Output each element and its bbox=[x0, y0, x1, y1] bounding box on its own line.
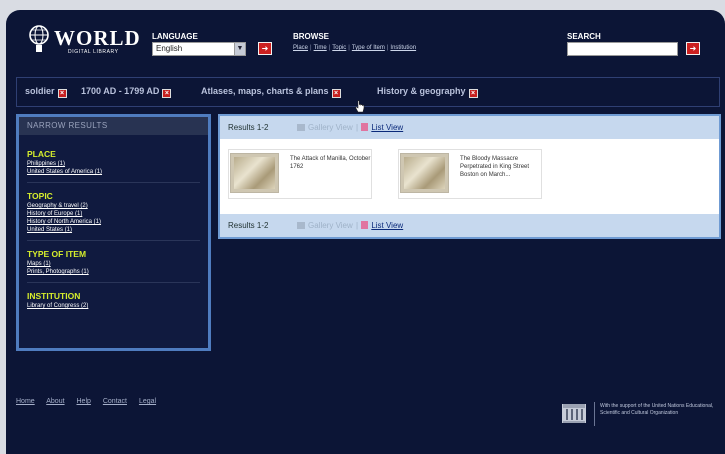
facet-link[interactable]: United States of America (1) bbox=[27, 168, 200, 176]
browser-frame: WORLD DIGITAL LIBRARY LANGUAGE English ▼… bbox=[6, 10, 725, 454]
facet-link[interactable]: Prints, Photographs (1) bbox=[27, 268, 200, 276]
gallery-icon bbox=[297, 222, 305, 229]
results-count: Results 1-2 bbox=[228, 123, 269, 132]
facet-link[interactable]: History of Europe (1) bbox=[27, 210, 200, 218]
globe-icon bbox=[29, 25, 49, 52]
language-label: LANGUAGE bbox=[152, 32, 198, 41]
unesco-logo-icon[interactable] bbox=[562, 404, 586, 423]
footer-links: Home About Help Contact Legal bbox=[16, 398, 166, 405]
browse-link-place[interactable]: Place bbox=[293, 45, 308, 51]
footer-link-about[interactable]: About bbox=[46, 398, 64, 405]
facet-title: TYPE OF ITEM bbox=[27, 249, 87, 259]
gallery-icon bbox=[297, 124, 305, 131]
temple-column bbox=[571, 409, 573, 420]
remove-filter-icon[interactable]: × bbox=[162, 89, 172, 98]
narrow-results-panel: NARROW RESULTS PLACE Philippines (1) Uni… bbox=[16, 114, 211, 351]
browse-link-type-of-item[interactable]: Type of Item bbox=[352, 45, 385, 51]
print-image bbox=[404, 157, 445, 189]
footer-link-home[interactable]: Home bbox=[16, 398, 35, 405]
view-switch: Gallery View | List View bbox=[297, 123, 403, 132]
results-toolbar-top: Results 1-2 Gallery View | List View bbox=[220, 116, 719, 139]
result-thumbnail[interactable] bbox=[230, 153, 279, 193]
remove-filter-icon[interactable]: × bbox=[57, 89, 67, 98]
separator: | bbox=[356, 123, 359, 132]
logo-wordmark: WORLD bbox=[54, 26, 141, 50]
temple-roof bbox=[563, 404, 585, 408]
filter-label: soldier bbox=[25, 86, 55, 96]
results-gallery: The Attack of Manilla, October 1762 The … bbox=[220, 139, 719, 214]
search-label: SEARCH bbox=[567, 32, 601, 41]
temple-column bbox=[576, 409, 578, 420]
search-input[interactable] bbox=[567, 42, 678, 56]
results-panel: Results 1-2 Gallery View | List View The… bbox=[218, 114, 721, 239]
divider bbox=[27, 182, 200, 183]
list-icon bbox=[361, 123, 369, 131]
site-header: WORLD DIGITAL LIBRARY LANGUAGE English ▼… bbox=[6, 10, 725, 68]
facet-institution: INSTITUTION Library of Congress (2) bbox=[19, 291, 208, 310]
chevron-down-icon[interactable]: ▼ bbox=[234, 43, 245, 55]
map-image bbox=[234, 157, 275, 189]
facet-type-of-item: TYPE OF ITEM Maps (1) Prints, Photograph… bbox=[19, 249, 208, 276]
facet-title: PLACE bbox=[27, 149, 56, 159]
facet-link[interactable]: Geography & travel (2) bbox=[27, 202, 200, 210]
result-thumbnail[interactable] bbox=[400, 153, 449, 193]
list-icon bbox=[361, 221, 369, 229]
search-go-button[interactable]: ➜ bbox=[686, 42, 700, 55]
list-view-link[interactable]: List View bbox=[371, 221, 403, 230]
filter-label: 1700 AD - 1799 AD bbox=[81, 86, 160, 96]
results-count: Results 1-2 bbox=[228, 221, 269, 230]
logo-subtitle: DIGITAL LIBRARY bbox=[68, 49, 119, 55]
filter-chip-date-range: 1700 AD - 1799 AD × bbox=[81, 86, 172, 98]
language-selected-value: English bbox=[156, 44, 183, 53]
result-title[interactable]: The Bloody Massacre Perpetrated in King … bbox=[460, 155, 542, 179]
hand-pointer-cursor-icon bbox=[355, 100, 365, 113]
separator: | bbox=[356, 221, 359, 230]
temple-column bbox=[581, 409, 583, 420]
active-filters-bar: soldier × 1700 AD - 1799 AD × Atlases, map… bbox=[16, 77, 720, 107]
facet-link[interactable]: United States (1) bbox=[27, 226, 200, 234]
facet-link[interactable]: Philippines (1) bbox=[27, 160, 200, 168]
divider bbox=[27, 282, 200, 283]
remove-filter-icon[interactable]: × bbox=[468, 89, 478, 98]
facet-link[interactable]: History of North America (1) bbox=[27, 218, 200, 226]
result-title[interactable]: The Attack of Manilla, October 1762 bbox=[290, 155, 372, 171]
language-select[interactable]: English ▼ bbox=[152, 42, 246, 56]
facet-link[interactable]: Library of Congress (2) bbox=[27, 302, 200, 310]
facet-title: TOPIC bbox=[27, 191, 53, 201]
footer-link-legal[interactable]: Legal bbox=[139, 398, 156, 405]
temple-column bbox=[566, 409, 568, 420]
unesco-support-text: With the support of the United Nations E… bbox=[600, 403, 714, 416]
gallery-view-label: Gallery View bbox=[308, 221, 353, 230]
facet-place: PLACE Philippines (1) United States of A… bbox=[19, 149, 208, 176]
narrow-results-title: NARROW RESULTS bbox=[19, 117, 208, 135]
results-toolbar-bottom: Results 1-2 Gallery View | List View bbox=[220, 214, 719, 237]
browse-links: Place | Time | Topic | Type of Item | Institutio… bbox=[293, 45, 416, 51]
browse-label: BROWSE bbox=[293, 32, 329, 41]
filter-chip-atlases: Atlases, maps, charts & plans × bbox=[201, 86, 341, 98]
divider bbox=[27, 240, 200, 241]
browse-link-time[interactable]: Time bbox=[314, 45, 327, 51]
facet-topic: TOPIC Geography & travel (2) History of … bbox=[19, 191, 208, 234]
divider bbox=[594, 402, 595, 426]
temple-base bbox=[563, 421, 585, 423]
gallery-view-label: Gallery View bbox=[308, 123, 353, 132]
remove-filter-icon[interactable]: × bbox=[331, 89, 341, 98]
browse-link-topic[interactable]: Topic bbox=[332, 45, 346, 51]
filter-label: Atlases, maps, charts & plans bbox=[201, 86, 329, 96]
browse-link-institution[interactable]: Institution bbox=[390, 45, 416, 51]
facet-title: INSTITUTION bbox=[27, 291, 81, 301]
facet-link[interactable]: Maps (1) bbox=[27, 260, 200, 268]
footer-link-contact[interactable]: Contact bbox=[103, 398, 127, 405]
world-digital-library-logo[interactable]: WORLD DIGITAL LIBRARY bbox=[28, 24, 141, 56]
filter-chip-soldier: soldier × bbox=[25, 86, 67, 98]
filter-chip-history-geography: History & geography × bbox=[377, 86, 478, 98]
footer-link-help[interactable]: Help bbox=[77, 398, 91, 405]
language-go-button[interactable]: ➜ bbox=[258, 42, 272, 55]
view-switch: Gallery View | List View bbox=[297, 221, 403, 230]
filter-label: History & geography bbox=[377, 86, 466, 96]
list-view-link[interactable]: List View bbox=[371, 123, 403, 132]
